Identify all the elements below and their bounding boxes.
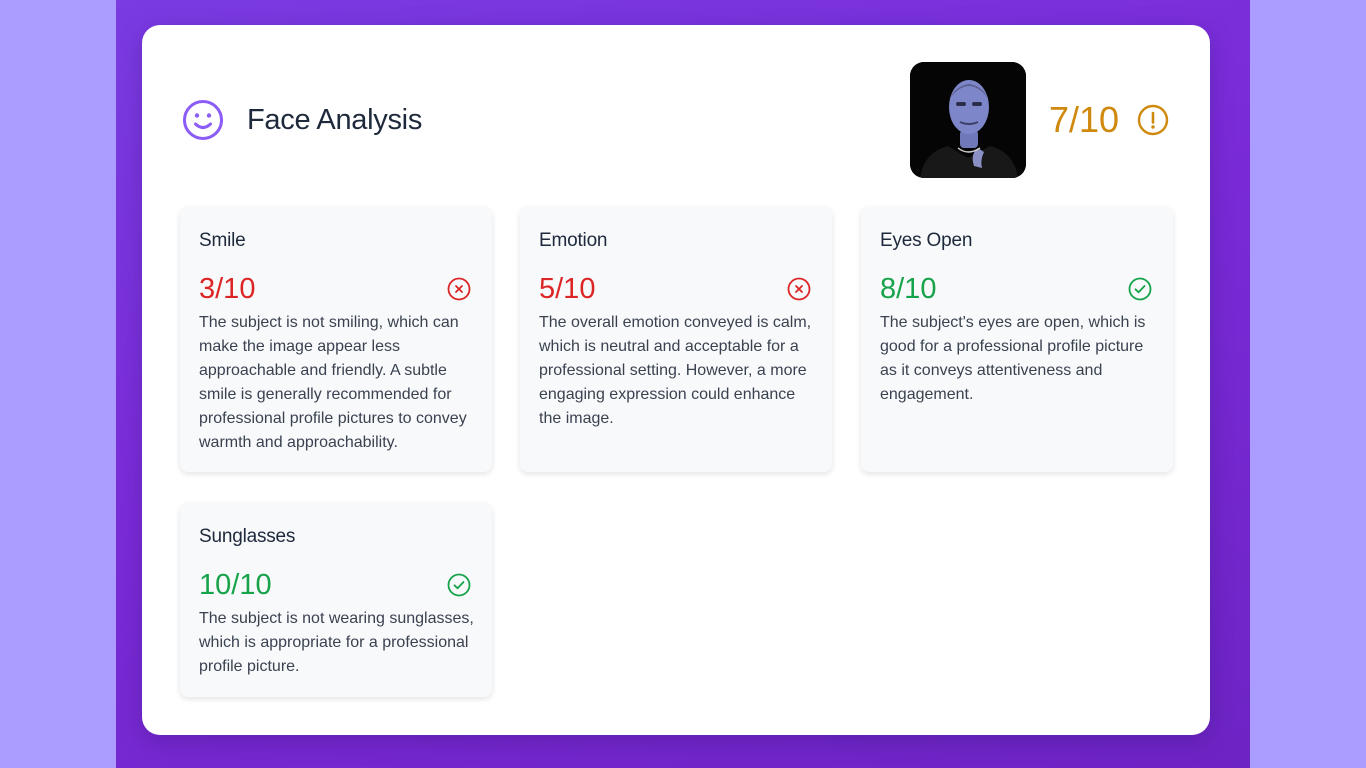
page-title: Face Analysis [247,104,423,136]
metric-title: Emotion [539,230,608,251]
metric-card-sunglasses: Sunglasses 10/10 The subject is not wear… [180,503,492,697]
metric-card-eyes-open: Eyes Open 8/10 The subject's eyes are op… [861,207,1173,472]
x-circle-icon [447,277,471,301]
metric-card-emotion: Emotion 5/10 The overall emotion conveye… [520,207,832,472]
smiley-face-icon [183,100,223,140]
profile-photo [910,62,1026,178]
metric-description: The subject is not smiling, which can ma… [199,314,467,451]
metric-description: The subject's eyes are open, which is go… [880,314,1146,403]
overall-score: 7/10 [1049,99,1120,140]
metric-title: Smile [199,230,246,251]
warning-circle-icon [1137,104,1169,136]
check-circle-icon [447,573,471,597]
metric-description: The overall emotion conveyed is calm, wh… [539,314,812,427]
metric-score: 8/10 [880,273,937,305]
metric-score: 5/10 [539,273,596,305]
metric-title: Sunglasses [199,526,296,547]
metric-score: 10/10 [199,569,272,601]
check-circle-icon [1128,277,1152,301]
metric-card-smile: Smile 3/10 The subject is not smiling, w… [180,207,492,472]
metric-description: The subject is not wearing sunglasses, w… [199,610,474,675]
metric-title: Eyes Open [880,230,973,251]
metric-score: 3/10 [199,273,256,305]
x-circle-icon [787,277,811,301]
